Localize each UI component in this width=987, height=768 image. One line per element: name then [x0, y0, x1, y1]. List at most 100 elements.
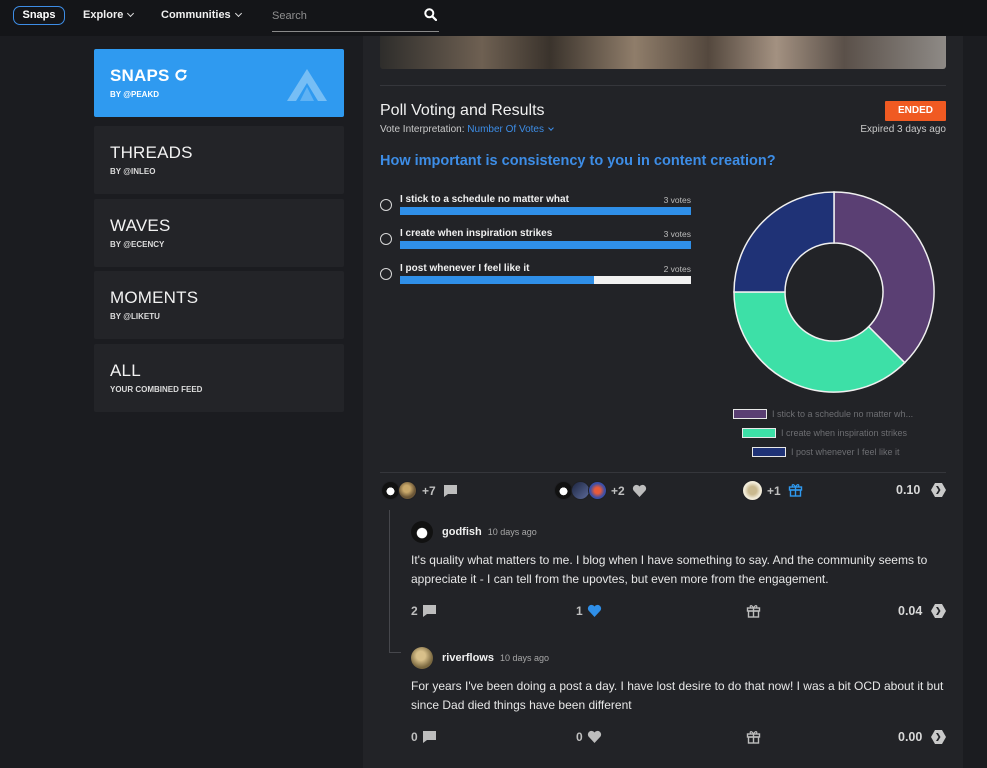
- nav-communities-menu[interactable]: Communities: [161, 9, 242, 21]
- poll-expiry: Expired 3 days ago: [860, 124, 946, 135]
- avatar[interactable]: [398, 481, 417, 500]
- reply-vote-count[interactable]: 0: [576, 730, 583, 744]
- search-bar: [272, 4, 439, 32]
- heart-icon[interactable]: [632, 484, 647, 498]
- legend-label: I create when inspiration strikes: [781, 428, 908, 438]
- reply-username: godfish: [442, 526, 482, 538]
- poll-option-bar-fill: [400, 207, 691, 215]
- search-icon[interactable]: [424, 8, 437, 21]
- feed-title: ALL: [110, 361, 141, 380]
- legend-label: I stick to a schedule no matter wh...: [772, 409, 914, 419]
- donut-slice[interactable]: [733, 191, 835, 293]
- poll-option-bar: [400, 276, 691, 284]
- legend-swatch: [752, 447, 786, 457]
- poll-option[interactable]: I stick to a schedule no matter what 3 v…: [380, 194, 691, 224]
- reply-payout[interactable]: 0.04: [898, 604, 922, 618]
- post-tip-count[interactable]: +1: [767, 484, 781, 498]
- gift-icon[interactable]: [746, 729, 761, 744]
- feed-all[interactable]: ALL YOUR COMBINED FEED: [94, 344, 344, 412]
- poll-option-label: I stick to a schedule no matter what: [400, 194, 569, 205]
- avatar[interactable]: [411, 521, 433, 543]
- hive-icon: [931, 604, 946, 618]
- poll-option-bar-fill: [400, 276, 595, 284]
- feed-subtitle: BY @ECENCY: [110, 240, 165, 249]
- post-payout[interactable]: 0.10: [896, 483, 920, 497]
- reply-comment-count[interactable]: 2: [411, 604, 418, 618]
- feed-snaps[interactable]: SNAPS BY @PEAKD: [94, 49, 344, 117]
- feed-moments[interactable]: MOMENTS BY @LIKETU: [94, 271, 344, 339]
- radio-button[interactable]: [380, 268, 392, 280]
- feed-title: MOMENTS: [110, 288, 199, 307]
- comment-icon[interactable]: [422, 730, 437, 744]
- chevron-down-icon: [548, 125, 554, 131]
- reply-body: For years I've been doing a post a day. …: [411, 679, 944, 712]
- legend-swatch: [733, 409, 767, 419]
- avatar[interactable]: [742, 480, 763, 501]
- poll-donut-chart: [733, 191, 935, 393]
- comment-icon[interactable]: [443, 484, 458, 498]
- legend-label: I post whenever I feel like it: [791, 447, 900, 457]
- feed-subtitle: BY @INLEO: [110, 167, 156, 176]
- peakd-logo-icon: [287, 69, 327, 101]
- legend-item[interactable]: I post whenever I feel like it: [752, 447, 900, 459]
- feed-title: THREADS: [110, 143, 193, 162]
- feed-subtitle: YOUR COMBINED FEED: [110, 385, 203, 394]
- poll-option-label: I post whenever I feel like it: [400, 263, 530, 274]
- poll-question: How important is consistency to you in c…: [380, 153, 776, 169]
- poll-option-votes: 3 votes: [663, 229, 691, 239]
- feed-threads[interactable]: THREADS BY @INLEO: [94, 126, 344, 194]
- poll-option[interactable]: I create when inspiration strikes 3 vote…: [380, 228, 691, 258]
- post-comment-count[interactable]: +7: [422, 484, 436, 498]
- divider: [380, 472, 946, 473]
- avatar[interactable]: [411, 647, 433, 669]
- poll-option-label: I create when inspiration strikes: [400, 228, 553, 239]
- poll-heading: Poll Voting and Results: [380, 102, 545, 119]
- nav-explore-menu[interactable]: Explore: [83, 9, 135, 21]
- poll-option[interactable]: I post whenever I feel like it 2 votes: [380, 263, 691, 293]
- thread-line: [389, 652, 401, 653]
- poll-option-bar: [400, 207, 691, 215]
- poll-status-badge: ENDED: [885, 101, 946, 121]
- vote-interpretation-dropdown[interactable]: Number Of Votes: [467, 124, 554, 135]
- heart-icon[interactable]: [587, 604, 602, 618]
- feed-title: WAVES: [110, 216, 171, 235]
- nav-snaps-button[interactable]: Snaps: [13, 6, 65, 25]
- reply-timestamp: 10 days ago: [499, 653, 550, 663]
- donut-slice[interactable]: [833, 191, 935, 364]
- feed-waves[interactable]: WAVES BY @ECENCY: [94, 199, 344, 267]
- vote-interpretation: Vote Interpretation: Number Of Votes: [380, 124, 554, 135]
- legend-item[interactable]: I create when inspiration strikes: [742, 428, 907, 440]
- chevron-down-icon: [234, 9, 242, 18]
- poll-option-votes: 3 votes: [663, 195, 691, 205]
- vote-interpretation-label: Vote Interpretation:: [380, 124, 465, 135]
- heart-icon[interactable]: [587, 730, 602, 744]
- donut-slice[interactable]: [733, 291, 906, 393]
- refresh-icon[interactable]: [174, 68, 188, 82]
- reply-payout[interactable]: 0.00: [898, 730, 922, 744]
- comment-icon[interactable]: [422, 604, 437, 618]
- post-vote-count[interactable]: +2: [611, 484, 625, 498]
- radio-button[interactable]: [380, 233, 392, 245]
- nav-explore-label: Explore: [83, 9, 124, 21]
- post-image[interactable]: [380, 36, 946, 69]
- legend-swatch: [742, 428, 776, 438]
- reply-timestamp: 10 days ago: [487, 527, 537, 537]
- poll-option-bar-fill: [400, 241, 691, 249]
- reply-body: It's quality what matters to me. I blog …: [411, 553, 928, 586]
- avatar[interactable]: [588, 481, 607, 500]
- top-nav: Snaps Explore Communities: [0, 0, 987, 36]
- feed-subtitle: BY @LIKETU: [110, 312, 160, 321]
- reply-username: riverflows: [442, 652, 494, 664]
- gift-icon[interactable]: [746, 603, 761, 618]
- gift-icon[interactable]: [788, 482, 803, 497]
- search-input[interactable]: [272, 5, 412, 27]
- poll-option-votes: 2 votes: [663, 264, 691, 274]
- chevron-down-icon: [127, 9, 135, 18]
- reply-author[interactable]: godfish 10 days ago: [442, 526, 537, 538]
- radio-button[interactable]: [380, 199, 392, 211]
- legend-item[interactable]: I stick to a schedule no matter wh...: [733, 409, 913, 421]
- reply-author[interactable]: riverflows 10 days ago: [442, 652, 549, 664]
- reply-vote-count[interactable]: 1: [576, 604, 583, 618]
- hive-icon: [931, 483, 946, 497]
- reply-comment-count[interactable]: 0: [411, 730, 418, 744]
